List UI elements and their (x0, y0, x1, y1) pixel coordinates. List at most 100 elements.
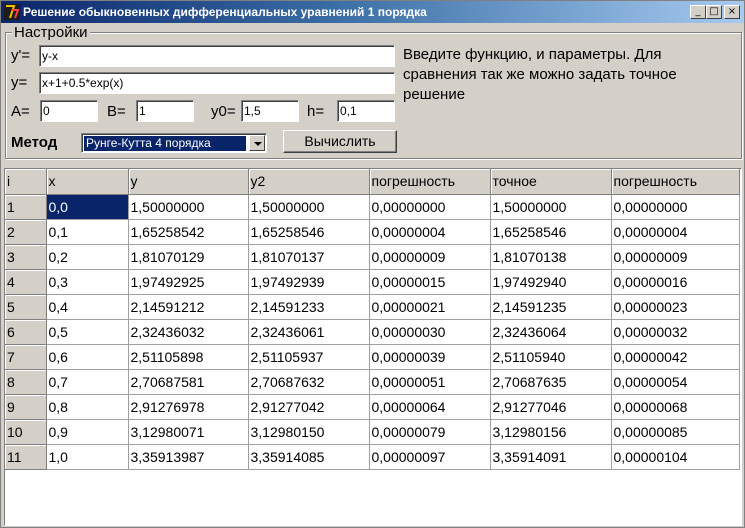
table-cell[interactable]: 2,51105940 (490, 344, 612, 370)
table-cell[interactable]: 3,12980150 (248, 419, 370, 445)
table-cell[interactable]: 0,00000009 (369, 244, 491, 270)
row-header[interactable]: 1 (5, 194, 47, 220)
table-cell[interactable]: 0,9 (46, 419, 129, 445)
table-cell[interactable]: 0,00000042 (611, 344, 740, 370)
table-cell[interactable]: 0,00000016 (611, 269, 740, 295)
table-cell[interactable]: 0,00000021 (369, 294, 491, 320)
table-cell[interactable]: 1,0 (46, 444, 129, 470)
table-cell[interactable]: 1,50000000 (248, 194, 370, 220)
table-cell[interactable]: 2,70687581 (128, 369, 249, 395)
table-row: 5 0,4 2,14591212 2,14591233 0,00000021 2,1459… (5, 294, 740, 320)
table-cell[interactable]: 3,35914091 (490, 444, 612, 470)
table-cell[interactable]: 0,00000030 (369, 319, 491, 345)
table-cell[interactable]: 1,81070137 (248, 244, 370, 270)
table-cell[interactable]: 2,32436064 (490, 319, 612, 345)
table-cell[interactable]: 3,35913987 (128, 444, 249, 470)
results-grid[interactable]: i x y y2 погрешность точное погрешность 1 0,0 1,5… (4, 168, 742, 526)
table-cell[interactable]: 0,2 (46, 244, 129, 270)
y0-input[interactable]: 1,5 (241, 100, 299, 122)
table-cell[interactable]: 2,14591233 (248, 294, 370, 320)
table-cell[interactable]: 0,00000023 (611, 294, 740, 320)
table-cell[interactable]: 1,97492940 (490, 269, 612, 295)
table-cell[interactable]: 0,00000039 (369, 344, 491, 370)
table-cell[interactable]: 0,00000000 (611, 194, 740, 220)
table-cell[interactable]: 0,00000068 (611, 394, 740, 420)
b-input[interactable]: 1 (136, 100, 194, 122)
a-input[interactable]: 0 (40, 100, 98, 122)
table-cell[interactable]: 0,00000054 (611, 369, 740, 395)
method-select[interactable]: Рунге-Кутта 4 порядка (81, 133, 267, 153)
table-cell[interactable]: 1,81070129 (128, 244, 249, 270)
y-exact-input[interactable]: x+1+0.5*exp(x) (39, 72, 395, 94)
table-cell[interactable]: 1,97492939 (248, 269, 370, 295)
table-cell[interactable]: 3,12980156 (490, 419, 612, 445)
table-cell[interactable]: 0,5 (46, 319, 129, 345)
row-header[interactable]: 5 (5, 294, 47, 320)
column-header[interactable]: погрешность (611, 169, 740, 195)
column-header[interactable]: точное (490, 169, 612, 195)
row-header[interactable]: 11 (5, 444, 47, 470)
instructions-text: Введите функцию, и параметры. Для сравне… (403, 46, 677, 103)
row-header[interactable]: 10 (5, 419, 47, 445)
h-input[interactable]: 0,1 (337, 100, 395, 122)
table-cell[interactable]: 2,70687635 (490, 369, 612, 395)
table-cell[interactable]: 1,81070138 (490, 244, 612, 270)
table-cell[interactable]: 1,50000000 (490, 194, 612, 220)
table-cell[interactable]: 2,91277042 (248, 394, 370, 420)
table-cell[interactable]: 2,51105937 (248, 344, 370, 370)
table-cell[interactable]: 0,00000000 (369, 194, 491, 220)
table-cell[interactable]: 2,91277046 (490, 394, 612, 420)
table-cell[interactable]: 0,00000079 (369, 419, 491, 445)
table-cell[interactable]: 0,1 (46, 219, 129, 245)
table-cell[interactable]: 0,8 (46, 394, 129, 420)
table-cell[interactable]: 2,14591212 (128, 294, 249, 320)
table-cell[interactable]: 0,0 (46, 194, 129, 220)
table-cell[interactable]: 0,00000085 (611, 419, 740, 445)
row-header[interactable]: 8 (5, 369, 47, 395)
chevron-down-icon[interactable] (249, 135, 265, 151)
row-header[interactable]: 7 (5, 344, 47, 370)
row-header[interactable]: 4 (5, 269, 47, 295)
table-cell[interactable]: 1,97492925 (128, 269, 249, 295)
table-cell[interactable]: 0,00000051 (369, 369, 491, 395)
table-cell[interactable]: 0,00000004 (611, 219, 740, 245)
column-header[interactable]: i (5, 169, 47, 195)
column-header[interactable]: x (46, 169, 129, 195)
title-bar[interactable]: Решение обыкновенных дифференциальных ур… (1, 1, 744, 23)
row-header[interactable]: 6 (5, 319, 47, 345)
close-button[interactable]: × (724, 5, 740, 19)
table-cell[interactable]: 0,00000097 (369, 444, 491, 470)
table-cell[interactable]: 1,65258546 (490, 219, 612, 245)
table-cell[interactable]: 0,6 (46, 344, 129, 370)
row-header[interactable]: 2 (5, 219, 47, 245)
table-cell[interactable]: 0,00000015 (369, 269, 491, 295)
table-cell[interactable]: 2,70687632 (248, 369, 370, 395)
table-cell[interactable]: 0,3 (46, 269, 129, 295)
compute-button[interactable]: Вычислить (283, 130, 397, 153)
table-cell[interactable]: 0,00000104 (611, 444, 740, 470)
row-header[interactable]: 9 (5, 394, 47, 420)
yprime-input[interactable]: y-x (39, 45, 395, 67)
table-cell[interactable]: 2,14591235 (490, 294, 612, 320)
table-cell[interactable]: 0,00000004 (369, 219, 491, 245)
table-cell[interactable]: 1,65258546 (248, 219, 370, 245)
table-cell[interactable]: 3,35914085 (248, 444, 370, 470)
table-cell[interactable]: 0,4 (46, 294, 129, 320)
table-cell[interactable]: 3,12980071 (128, 419, 249, 445)
column-header[interactable]: y2 (248, 169, 370, 195)
table-cell[interactable]: 1,50000000 (128, 194, 249, 220)
column-header[interactable]: y (128, 169, 249, 195)
minimize-button[interactable]: _ (690, 5, 706, 19)
table-cell[interactable]: 0,00000032 (611, 319, 740, 345)
row-header[interactable]: 3 (5, 244, 47, 270)
table-cell[interactable]: 2,32436061 (248, 319, 370, 345)
table-cell[interactable]: 0,7 (46, 369, 129, 395)
table-cell[interactable]: 2,32436032 (128, 319, 249, 345)
table-cell[interactable]: 0,00000009 (611, 244, 740, 270)
table-cell[interactable]: 1,65258542 (128, 219, 249, 245)
table-cell[interactable]: 2,91276978 (128, 394, 249, 420)
column-header[interactable]: погрешность (369, 169, 491, 195)
table-cell[interactable]: 2,51105898 (128, 344, 249, 370)
maximize-button[interactable]: □ (706, 5, 722, 19)
table-cell[interactable]: 0,00000064 (369, 394, 491, 420)
